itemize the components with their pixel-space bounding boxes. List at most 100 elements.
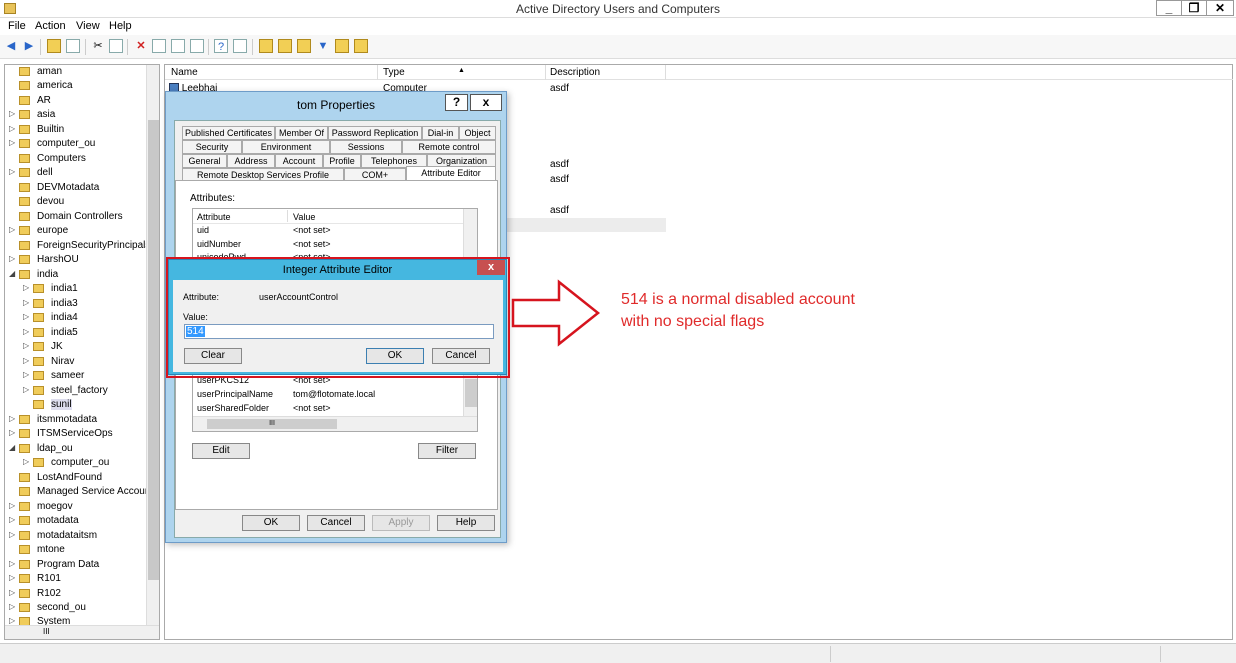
- attr-row-name[interactable]: uid: [197, 225, 209, 235]
- expand-icon[interactable]: ▷: [23, 327, 31, 336]
- find-icon[interactable]: [335, 39, 349, 53]
- tree-hscroll-thumb[interactable]: III: [43, 627, 50, 636]
- tab-security[interactable]: Security: [182, 140, 242, 154]
- console-tree[interactable]: aman america AR ▷ asia ▷ Builtin ▷ computer…: [4, 64, 160, 640]
- folder-icon: [19, 183, 30, 192]
- column-header-name[interactable]: Name: [171, 67, 198, 78]
- tab-remote-control[interactable]: Remote control: [402, 140, 496, 154]
- copy-icon[interactable]: [109, 39, 123, 53]
- expand-icon[interactable]: ▷: [9, 602, 17, 611]
- properties-icon[interactable]: [152, 39, 166, 53]
- menu-action[interactable]: Action: [35, 20, 66, 32]
- add-to-group-icon[interactable]: [354, 39, 368, 53]
- dialog-close-button[interactable]: x: [470, 94, 502, 111]
- expand-icon[interactable]: ▷: [23, 312, 31, 321]
- column-separator: [545, 65, 546, 80]
- attributes-horizontal-scrollbar[interactable]: III: [193, 416, 477, 431]
- folder-icon: [33, 386, 44, 395]
- menu-view[interactable]: View: [76, 20, 100, 32]
- menu-file[interactable]: File: [8, 20, 26, 32]
- attr-row-name[interactable]: userPrincipalName: [197, 389, 273, 399]
- tab-dial-in[interactable]: Dial-in: [422, 126, 459, 140]
- expand-icon[interactable]: ▷: [9, 515, 17, 524]
- tab-address[interactable]: Address: [227, 154, 275, 168]
- ok-button[interactable]: OK: [242, 515, 300, 531]
- expand-icon[interactable]: ▷: [23, 385, 31, 394]
- new-ou-icon[interactable]: [297, 39, 311, 53]
- tab-published-certificates[interactable]: Published Certificates: [182, 126, 275, 140]
- refresh-icon[interactable]: [171, 39, 185, 53]
- edit-button[interactable]: Edit: [192, 443, 250, 459]
- view-icon[interactable]: [233, 39, 247, 53]
- collapse-icon[interactable]: ◢: [9, 443, 17, 452]
- expand-icon[interactable]: ▷: [23, 370, 31, 379]
- tab-sessions[interactable]: Sessions: [330, 140, 402, 154]
- expand-icon[interactable]: ▷: [9, 616, 17, 625]
- expand-icon[interactable]: ▷: [23, 341, 31, 350]
- tab-general[interactable]: General: [182, 154, 227, 168]
- expand-icon[interactable]: ▷: [23, 457, 31, 466]
- folder-icon: [19, 603, 30, 612]
- expand-icon[interactable]: ▷: [9, 138, 17, 147]
- attributes-hscroll-thumb[interactable]: III: [207, 419, 337, 429]
- tab-member-of[interactable]: Member Of: [275, 126, 328, 140]
- help-button[interactable]: ?: [445, 94, 468, 111]
- tab-profile[interactable]: Profile: [323, 154, 361, 168]
- window-title: Active Directory Users and Computers: [515, 2, 721, 16]
- tree-horizontal-scrollbar[interactable]: III: [5, 625, 159, 639]
- expand-icon[interactable]: ▷: [9, 428, 17, 437]
- apply-button[interactable]: Apply: [372, 515, 430, 531]
- expand-icon[interactable]: ▷: [9, 559, 17, 568]
- help-icon[interactable]: ?: [214, 39, 228, 53]
- expand-icon[interactable]: ▷: [9, 573, 17, 582]
- up-folder-icon[interactable]: [47, 39, 61, 53]
- console-tree-icon[interactable]: [66, 39, 80, 53]
- minimize-button[interactable]: _: [1156, 0, 1182, 16]
- maximize-button[interactable]: ❐: [1181, 0, 1207, 16]
- attributes-scroll-thumb[interactable]: [465, 379, 477, 407]
- help-button-bottom[interactable]: Help: [437, 515, 495, 531]
- back-arrow-icon[interactable]: ◀: [4, 39, 18, 53]
- folder-icon: [19, 168, 30, 177]
- expand-icon[interactable]: ▷: [9, 501, 17, 510]
- folder-icon: [19, 139, 30, 148]
- expand-icon[interactable]: ▷: [9, 167, 17, 176]
- collapse-icon[interactable]: ◢: [9, 269, 17, 278]
- tab-environment[interactable]: Environment: [242, 140, 330, 154]
- attr-header-value[interactable]: Value: [293, 212, 315, 222]
- folder-icon: [33, 342, 44, 351]
- attr-row-name[interactable]: userSharedFolder: [197, 403, 269, 413]
- column-header-description[interactable]: Description: [550, 67, 600, 78]
- tab-account[interactable]: Account: [275, 154, 323, 168]
- new-user-icon[interactable]: [259, 39, 273, 53]
- tree-scroll-thumb[interactable]: [148, 120, 159, 580]
- filter-icon[interactable]: ▼: [316, 39, 330, 53]
- expand-icon[interactable]: ▷: [9, 124, 17, 133]
- expand-icon[interactable]: ▷: [9, 414, 17, 423]
- expand-icon[interactable]: ▷: [9, 530, 17, 539]
- forward-arrow-icon[interactable]: ▶: [22, 39, 36, 53]
- cut-icon[interactable]: ✂: [91, 39, 105, 53]
- expand-icon[interactable]: ▷: [23, 356, 31, 365]
- attr-header-attribute[interactable]: Attribute: [197, 212, 231, 222]
- expand-icon[interactable]: ▷: [9, 588, 17, 597]
- close-button[interactable]: ✕: [1206, 0, 1234, 16]
- filter-button[interactable]: Filter: [418, 443, 476, 459]
- expand-icon[interactable]: ▷: [23, 283, 31, 292]
- expand-icon[interactable]: ▷: [9, 225, 17, 234]
- attr-row-name[interactable]: uidNumber: [197, 239, 241, 249]
- tab-password-replication[interactable]: Password Replication: [328, 126, 422, 140]
- tab-object[interactable]: Object: [459, 126, 496, 140]
- new-group-icon[interactable]: [278, 39, 292, 53]
- delete-icon[interactable]: ✕: [134, 39, 148, 53]
- expand-icon[interactable]: ▷: [9, 254, 17, 263]
- cancel-button[interactable]: Cancel: [307, 515, 365, 531]
- tree-vertical-scrollbar[interactable]: [146, 65, 159, 625]
- menu-help[interactable]: Help: [109, 20, 132, 32]
- expand-icon[interactable]: ▷: [9, 109, 17, 118]
- export-list-icon[interactable]: [190, 39, 204, 53]
- column-header-type[interactable]: Type: [383, 67, 405, 78]
- list-header: Name Type ▲ Description: [165, 65, 1233, 80]
- folder-icon: [33, 284, 44, 293]
- expand-icon[interactable]: ▷: [23, 298, 31, 307]
